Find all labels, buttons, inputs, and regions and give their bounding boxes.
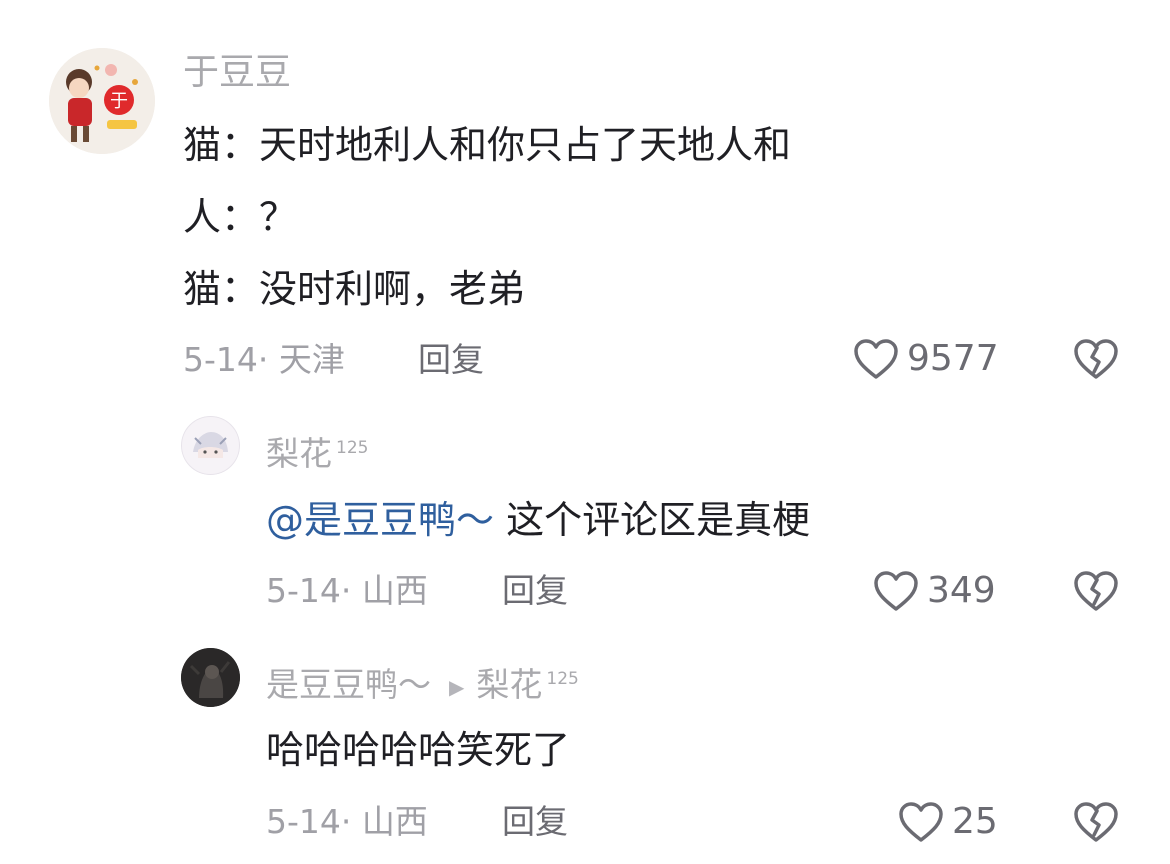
dislike-button[interactable] bbox=[1073, 338, 1119, 384]
date-location: 5-14· 山西 bbox=[266, 802, 428, 841]
user-level-badge: 125 bbox=[336, 438, 369, 458]
broken-heart-icon bbox=[1074, 802, 1118, 842]
avatar[interactable] bbox=[181, 416, 240, 475]
dislike-button[interactable] bbox=[1073, 570, 1119, 616]
reply-button[interactable]: 回复 bbox=[502, 801, 568, 843]
reply-to-username[interactable]: 梨花 bbox=[476, 665, 542, 704]
date-location: 5-14· 天津 bbox=[183, 340, 345, 379]
mention-link[interactable]: @是豆豆鸭～ bbox=[266, 498, 494, 542]
like-button[interactable]: 25 bbox=[898, 801, 998, 843]
like-count: 25 bbox=[952, 801, 998, 842]
comment-text-line: 猫：没时利啊，老弟 bbox=[183, 267, 526, 311]
reply-button[interactable]: 回复 bbox=[418, 339, 484, 381]
heart-icon bbox=[899, 802, 943, 842]
dark-photo-avatar-image bbox=[181, 648, 240, 707]
broken-heart-icon bbox=[1074, 339, 1118, 379]
like-count: 9577 bbox=[907, 338, 999, 379]
reply-arrow-icon: ▶ bbox=[449, 674, 465, 699]
comment-text-line: 人：？ bbox=[183, 195, 298, 239]
reply-header: 是豆豆鸭～ ▶ 梨花 125 bbox=[266, 657, 579, 709]
username-text: 梨花 bbox=[266, 434, 332, 473]
cartoon-boy-avatar-image: 于 bbox=[49, 48, 155, 154]
dislike-button[interactable] bbox=[1073, 801, 1119, 847]
date-location: 5-14· 山西 bbox=[266, 571, 428, 610]
comment-text-line: 猫：天时地利人和你只占了天地人和 bbox=[183, 123, 792, 167]
anime-avatar-image bbox=[181, 416, 240, 475]
like-count: 349 bbox=[927, 570, 996, 611]
username[interactable]: 梨花 125 bbox=[266, 426, 368, 476]
svg-text:于: 于 bbox=[110, 91, 128, 112]
like-button[interactable]: 9577 bbox=[853, 338, 999, 380]
reply-text-line: @是豆豆鸭～ 这个评论区是真梗 bbox=[266, 496, 810, 544]
reply-button[interactable]: 回复 bbox=[502, 570, 568, 612]
broken-heart-icon bbox=[1074, 571, 1118, 611]
username[interactable]: 于豆豆 bbox=[183, 51, 291, 95]
avatar[interactable]: 于 bbox=[49, 48, 155, 154]
user-level-badge: 125 bbox=[546, 669, 579, 689]
username[interactable]: 是豆豆鸭～ bbox=[266, 665, 431, 704]
heart-icon bbox=[854, 339, 898, 379]
reply-text-line: 哈哈哈哈哈笑死了 bbox=[266, 728, 571, 772]
heart-icon bbox=[874, 571, 918, 611]
reply-text: 这个评论区是真梗 bbox=[494, 498, 811, 542]
comment-thread: 于 于豆豆 猫：天时地利人和你只占了天地人和 人：？ 猫：没时利啊，老弟 5-1… bbox=[0, 0, 1170, 864]
avatar[interactable] bbox=[181, 648, 240, 707]
like-button[interactable]: 349 bbox=[873, 570, 996, 612]
